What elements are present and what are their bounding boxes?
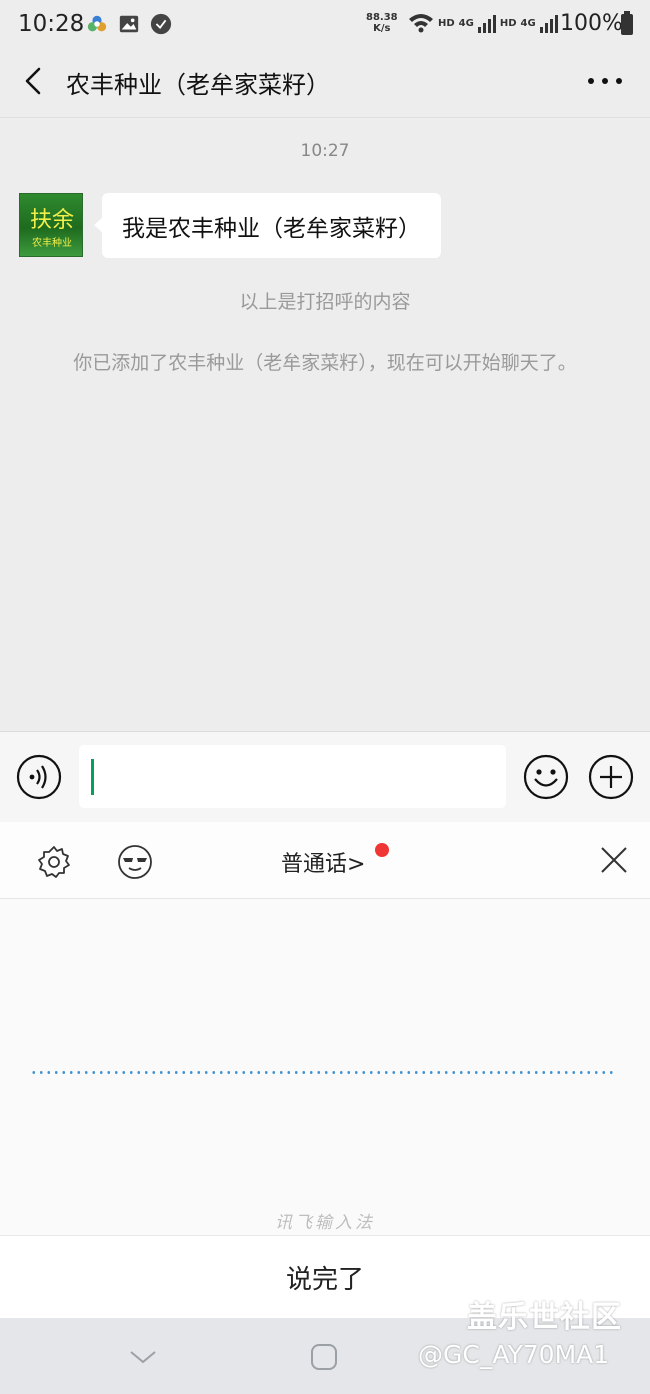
network-speed: 88.38 K/s [366,12,398,34]
settings-gear-icon[interactable] [36,844,72,880]
hd-badge-2: HD [499,17,517,29]
avatar-text-main: 扶余 [29,208,74,233]
message-timestamp: 10:27 [300,141,350,161]
chat-title: 农丰种业（老牟家菜籽） [66,71,330,99]
message-input[interactable] [79,745,506,808]
watermark-user: @GC_AY70MA1 [418,1340,610,1369]
voice-mode-icon[interactable] [16,754,62,800]
battery-icon [621,11,633,35]
status-bar: 10:28 88.38 K/s HD 4G HD 4G 100% [0,0,650,50]
hd-badge-1: HD [438,17,455,29]
signal-icon-1 [477,15,496,33]
ime-toolbar: 普通话> [0,822,650,899]
ime-brand-label: 讯飞输入法 [275,1213,375,1233]
home-button-icon[interactable] [309,1342,339,1372]
wifi-icon [409,14,433,33]
finish-speaking-label: 说完了 [285,1264,364,1295]
battery-percent: 100% [560,11,623,36]
image-icon [119,15,139,33]
chat-input-bar [0,731,650,822]
system-message-greeting: 以上是打招呼的内容 [239,291,411,313]
net-type-1: 4G [458,17,474,29]
hide-keyboard-chevron-icon[interactable] [128,1342,158,1372]
signal-icon-2 [539,15,558,33]
watermark-community: 盖乐世社区 [467,1300,622,1335]
emoji-icon[interactable] [523,754,569,800]
sunglasses-face-icon[interactable] [117,844,153,880]
text-caret [91,759,94,795]
cloud-icon [87,15,107,32]
status-notification-icons [86,13,172,35]
ime-language-selector[interactable]: 普通话> [281,846,365,878]
avatar-text-sub: 农丰种业 [32,238,72,249]
notification-dot [375,843,389,857]
message-bubble[interactable]: 我是农丰种业（老牟家菜籽） [94,193,441,258]
net-type-2: 4G [520,17,536,29]
system-message-added: 你已添加了农丰种业（老牟家菜籽），现在可以开始聊天了。 [73,352,577,374]
check-badge-icon [150,13,172,35]
chat-header: 农丰种业（老牟家菜籽） [0,50,650,118]
contact-avatar[interactable]: 扶余 农丰种业 [19,193,83,257]
add-more-icon[interactable] [588,754,634,800]
back-arrow-icon[interactable] [18,64,52,98]
status-signal-group: HD 4G HD 4G [408,12,558,34]
voice-waveform [30,1071,616,1074]
message-text: 我是农丰种业（老牟家菜籽） [122,215,421,242]
close-icon[interactable] [596,842,632,878]
ime-voice-panel: 普通话> 讯飞输入法 说完了 [0,822,650,1318]
status-time: 10:28 [18,11,85,37]
more-options-icon[interactable] [585,64,625,98]
